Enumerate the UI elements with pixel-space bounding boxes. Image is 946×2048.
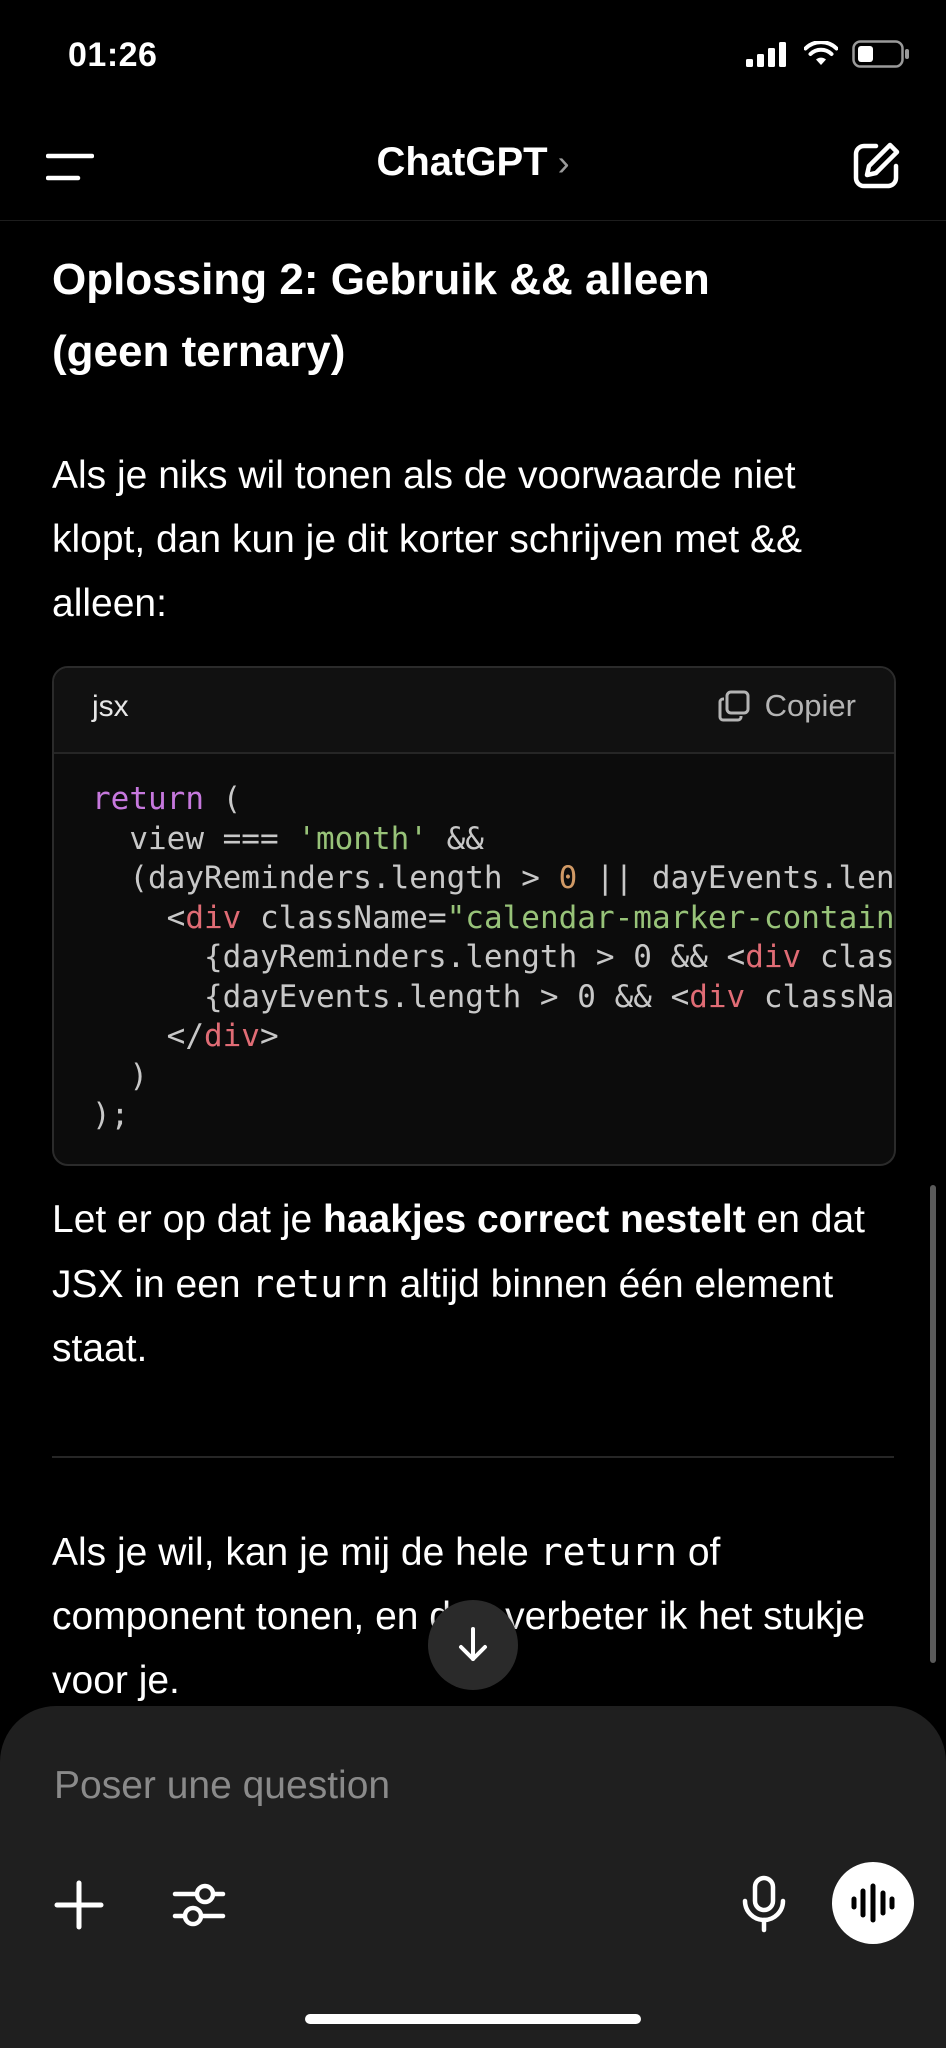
scrollbar[interactable] <box>930 1185 936 1663</box>
microphone-icon <box>742 1875 786 1933</box>
add-attachment-button[interactable] <box>48 1874 110 1936</box>
copy-label: Copier <box>764 688 856 723</box>
model-selector[interactable]: ChatGPT › <box>0 140 946 185</box>
top-bar: ChatGPT › <box>0 110 946 221</box>
status-time: 01:26 <box>68 36 158 74</box>
chevron-right-icon: › <box>557 142 570 183</box>
paragraph-intro: Als je niks wil tonen als de voorwaarde … <box>52 454 803 625</box>
code-content: return ( view === 'month' && (dayReminde… <box>92 781 895 1133</box>
code-language-label: jsx <box>92 690 129 723</box>
divider <box>52 1456 894 1458</box>
code-block-header: jsx Copier <box>54 668 894 754</box>
copy-icon <box>718 690 750 722</box>
arrow-down-icon <box>459 1627 487 1661</box>
signal-icon <box>746 42 786 67</box>
scroll-to-bottom-button[interactable] <box>428 1600 518 1690</box>
dictation-button[interactable] <box>732 1872 796 1936</box>
wifi-icon <box>804 41 838 65</box>
question-input[interactable] <box>52 1750 896 1822</box>
copy-code-button[interactable]: Copier <box>717 688 856 724</box>
new-chat-button[interactable] <box>850 140 902 192</box>
paragraph-note: Let er op dat je haakjes correct nestelt… <box>52 1198 866 1370</box>
voice-mode-button[interactable] <box>832 1862 914 1944</box>
home-indicator <box>305 2014 641 2024</box>
section-heading: Oplossing 2: Gebruik && alleen (geen ter… <box>52 255 710 376</box>
composer <box>0 1706 946 2048</box>
plus-icon <box>54 1880 104 1930</box>
status-icons <box>746 40 910 68</box>
compose-icon <box>853 142 900 189</box>
battery-icon <box>852 40 909 68</box>
app-title: ChatGPT <box>376 140 548 184</box>
tools-button[interactable] <box>168 1874 230 1936</box>
code-block: jsx Copier return ( view === 'month' && … <box>52 666 896 1166</box>
voice-waveform-icon <box>851 1883 895 1923</box>
sliders-icon <box>172 1883 226 1927</box>
